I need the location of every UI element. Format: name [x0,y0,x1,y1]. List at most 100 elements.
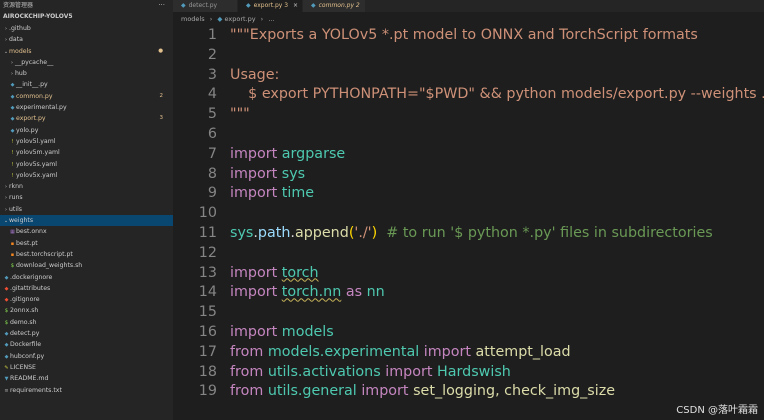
folder-item[interactable]: ⌄models ● [0,46,173,57]
code-line[interactable]: 2 [173,46,764,66]
file-item[interactable]: ◆ .dockerignore [0,272,173,283]
code-text: Usage: [230,66,279,86]
file-item[interactable]: ◆ hubconf.py [0,351,173,362]
code-line[interactable]: 1 """Exports a YOLOv5 *.pt model to ONNX … [173,26,764,46]
line-number: 9 [207,185,217,202]
code-token: models [281,324,334,340]
folder-item[interactable]: › data [0,34,173,45]
editor-tab[interactable]: ◆ detect.py [173,0,237,12]
code-line[interactable]: 12 [173,244,764,264]
editor-tab[interactable]: ◆ common.py 2 [303,0,365,12]
file-item[interactable]: ◆ common.py 2 [0,91,173,102]
code-line[interactable]: 18 from utils.activations import Hardswis… [173,363,764,383]
folder-item[interactable]: › utils [0,204,173,215]
folder-item[interactable]: › runs [0,192,173,203]
file-item[interactable]: ◆ yolo.py [0,125,173,136]
file-item[interactable]: $ demo.sh [0,317,173,328]
file-item[interactable]: ◆ export.py 3 [0,113,173,124]
problem-count-badge: ● [158,47,163,54]
code-line[interactable]: 10 [173,204,764,224]
code-line[interactable]: 17 from models.experimental import attemp… [173,343,764,363]
python-file-icon: ◆ [311,2,316,9]
code-text: import torch [230,264,319,284]
problem-count-badge: 2 [159,92,164,99]
file-item[interactable]: $2onnx.sh [0,305,173,316]
project-folder-title[interactable]: AIROCKCHIP-YOLOV5 [0,11,173,23]
file-item[interactable]: ◆ detect.py [0,328,173,339]
folder-item[interactable]: › hub [0,68,173,79]
file-item[interactable]: ▪ best.torchscript.pt [0,249,173,260]
file-item[interactable]: ▦best.onnx [0,226,173,237]
code-text: """Exports a YOLOv5 *.pt model to ONNX a… [230,26,698,46]
line-number: 15 [198,304,217,321]
code-token: import [230,324,278,340]
line-number: 6 [207,126,217,142]
file-item[interactable]: ! yolov5m.yaml [0,147,173,158]
file-item[interactable]: ▪ best.pt [0,238,173,249]
explorer-header: 资源管理器 ··· [0,0,173,11]
code-line[interactable]: 19 from utils.general import set_logging,… [173,382,764,402]
file-item[interactable]: ! yolov5l.yaml [0,136,173,147]
folder-item[interactable]: › rknn [0,181,173,192]
file-item[interactable]: ◆ .gitattributes [0,283,173,294]
code-line[interactable]: 5 """ [173,105,764,125]
code-token: import [230,165,278,182]
file-item[interactable]: ≡requirements.txt [0,385,173,396]
file-item[interactable]: ✎LICENSE [0,362,173,373]
line-number: 17 [198,343,217,360]
code-token: $ export PYTHONPATH="$PWD" && python mod… [248,86,764,103]
breadcrumb-folder[interactable]: models [181,15,205,23]
explorer-sidebar: 资源管理器 ··· AIROCKCHIP-YOLOV5 › .github › dat… [0,0,173,420]
line-number: 19 [198,383,217,400]
tree-item-label: .gitignore [10,296,40,304]
tree-item-label: best.onnx [16,228,47,236]
file-item[interactable]: ◆ __init__.py [0,79,173,90]
code-line[interactable]: 6 [173,125,764,145]
code-line[interactable]: 16 import models [173,323,764,343]
code-editor[interactable]: 1 """Exports a YOLOv5 *.pt model to ONNX … [173,26,764,420]
explorer-title: 资源管理器 [3,2,34,9]
tree-item-label: demo.sh [10,318,37,326]
tree-item-label: LICENSE [10,363,36,371]
code-line[interactable]: 7 import argparse [173,145,764,165]
more-actions-icon[interactable]: ··· [158,0,165,11]
breadcrumb-symbols[interactable]: ... [268,15,274,23]
file-item[interactable]: ▼ README.md [0,373,173,384]
file-item[interactable]: $ download_weights.sh [0,260,173,271]
folder-item[interactable]: ⌄weights [0,215,173,227]
file-item[interactable]: ◆ .gitignore [0,294,173,305]
file-tree: › .github › data ⌄models ● › __pycache__ › hub ◆ __… [0,23,173,396]
code-line[interactable]: 15 [173,303,764,323]
tree-item-label: runs [9,194,23,202]
code-token: import [423,343,471,360]
tree-item-label: detect.py [10,330,40,338]
tree-item-label: yolov5l.yaml [16,137,56,145]
code-line[interactable]: 14 import torch.nn as nn [173,283,764,303]
code-line[interactable]: 3 Usage: [173,66,764,86]
code-line[interactable]: 8 import sys [173,165,764,185]
code-token: """ [230,106,250,123]
file-item[interactable]: ◆ experimental.py [0,102,173,113]
code-token: from [230,343,264,360]
editor-tab[interactable]: ◆ export.py 3 × [238,0,302,12]
close-icon[interactable]: × [293,0,298,12]
tree-item-label: data [9,36,23,44]
code-line[interactable]: 9 import time [173,184,764,204]
code-text: from utils.general import set_logging, c… [230,382,615,402]
folder-item[interactable]: › __pycache__ [0,57,173,68]
file-item[interactable]: ◆ Dockerfile [0,339,173,350]
code-token: './' [354,225,372,241]
tree-item-label: utils [9,205,23,213]
file-item[interactable]: ! yolov5s.yaml [0,159,173,170]
folder-item[interactable]: › .github [0,23,173,34]
code-line[interactable]: 11 sys.path.append('./') # to run '$ pyth… [173,224,764,244]
breadcrumb-file[interactable]: export.py [224,15,255,23]
line-number: 8 [207,165,217,182]
code-line[interactable]: 13 import torch [173,264,764,284]
code-line[interactable]: 4 $ export PYTHONPATH="$PWD" && python m… [173,85,764,105]
tree-item-label: .github [9,25,31,32]
tree-item-label: .dockerignore [10,273,53,281]
code-token: Hardswish [437,363,511,380]
file-item[interactable]: ! yolov5x.yaml [0,170,173,181]
